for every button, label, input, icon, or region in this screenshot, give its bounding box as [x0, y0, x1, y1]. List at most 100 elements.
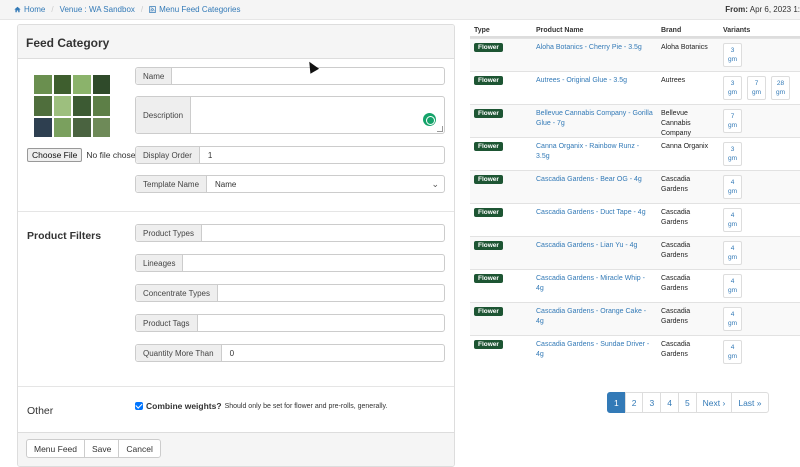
- form-actions: Menu Feed Save Cancel: [26, 439, 161, 458]
- variants-cell: 4 gm: [719, 171, 800, 203]
- table-row: Flower Canna Organix - Rainbow Runz - 3.…: [470, 137, 800, 170]
- variant-qty: 3: [730, 80, 735, 87]
- brand-cell: Cascadia Gardens: [661, 341, 691, 358]
- last-page-button[interactable]: Last »: [731, 392, 769, 413]
- concentrate-types-input[interactable]: [218, 285, 444, 301]
- table-row: Flower Cascadia Gardens - Miracle Whip -…: [470, 269, 800, 302]
- product-name-link[interactable]: Canna Organix - Rainbow Runz - 3.5g: [532, 138, 657, 170]
- breadcrumb-venue[interactable]: Venue : WA Sandbox: [60, 5, 135, 14]
- template-name-label: Template Name: [136, 176, 208, 192]
- product-name-link[interactable]: Cascadia Gardens - Orange Cake - 4g: [532, 303, 657, 335]
- variant-button[interactable]: 4 gm: [723, 175, 742, 199]
- choose-file-button[interactable]: Choose File: [27, 148, 83, 162]
- product-name-link[interactable]: Bellevue Cannabis Company - Gorilla Glue…: [532, 105, 657, 137]
- top-bar: Home / Venue : WA Sandbox / Menu Feed Ca…: [0, 0, 800, 20]
- brand-cell: Cascadia Gardens: [661, 308, 691, 325]
- panel-title: Feed Category: [18, 25, 454, 59]
- variants-cell: 4 gm: [719, 270, 800, 302]
- type-badge: Flower: [474, 175, 503, 184]
- product-name-link[interactable]: Aloha Botanics - Cherry Pie - 3.5g: [532, 39, 657, 71]
- variant-qty: 7: [730, 113, 735, 120]
- other-title: Other: [27, 405, 54, 417]
- product-name-link[interactable]: Cascadia Gardens - Lian Yu - 4g: [532, 237, 657, 269]
- variant-button[interactable]: 4 gm: [723, 274, 742, 298]
- variants-cell: 4 gm: [719, 303, 800, 335]
- type-cell: Flower: [470, 39, 532, 71]
- product-tags-label: Product Tags: [136, 315, 198, 331]
- next-page-button[interactable]: Next ›: [695, 392, 733, 413]
- template-name-select[interactable]: Name ⌄: [207, 176, 444, 192]
- variant-button[interactable]: 4 gm: [723, 241, 742, 265]
- page-3-button[interactable]: 3: [642, 392, 662, 413]
- save-button[interactable]: Save: [84, 439, 120, 458]
- rss-icon: [149, 6, 157, 13]
- type-badge: Flower: [474, 142, 503, 151]
- grammarly-icon[interactable]: [423, 113, 436, 126]
- product-types-field: Product Types: [135, 224, 445, 242]
- cancel-button[interactable]: Cancel: [118, 439, 161, 458]
- type-cell: Flower: [470, 105, 532, 137]
- variants-cell: 4 gm: [719, 204, 800, 236]
- variant-button[interactable]: 3 gm: [723, 76, 742, 100]
- brand-cell: Canna Organix: [661, 143, 709, 150]
- breadcrumb-home[interactable]: Home: [14, 5, 45, 14]
- description-textarea[interactable]: [191, 97, 444, 133]
- product-name-link[interactable]: Cascadia Gardens - Miracle Whip - 4g: [532, 270, 657, 302]
- page-5-button[interactable]: 5: [677, 392, 697, 413]
- name-label: Name: [136, 68, 173, 84]
- combine-weights-checkbox[interactable]: [135, 402, 143, 410]
- variant-unit: gm: [727, 155, 738, 162]
- breadcrumb: Home / Venue : WA Sandbox / Menu Feed Ca…: [14, 5, 241, 14]
- variant-button[interactable]: 4 gm: [723, 340, 742, 364]
- page-1-button[interactable]: 1: [607, 392, 626, 413]
- breadcrumb-separator: /: [140, 5, 144, 14]
- product-table: Type Product Name Brand Variants Flower …: [470, 24, 800, 368]
- brand-cell: Cascadia Gardens: [661, 242, 691, 259]
- chevron-down-icon: ⌄: [431, 179, 439, 189]
- variant-button[interactable]: 28 gm: [771, 76, 790, 100]
- display-order-input[interactable]: 1: [200, 147, 444, 163]
- product-name-link[interactable]: Autrees - Original Glue - 3.5g: [532, 72, 657, 104]
- product-name-link[interactable]: Cascadia Gardens - Sundae Driver - 4g: [532, 336, 657, 368]
- breadcrumb-current-label: Menu Feed Categories: [159, 5, 241, 14]
- type-cell: Flower: [470, 270, 532, 302]
- page-4-button[interactable]: 4: [660, 392, 679, 413]
- variant-qty: 3: [730, 47, 735, 54]
- menu-feed-button[interactable]: Menu Feed: [26, 439, 85, 458]
- section-divider: [18, 211, 454, 212]
- variant-button[interactable]: 3 gm: [723, 142, 742, 166]
- breadcrumb-menu-feed-categories[interactable]: Menu Feed Categories: [149, 5, 241, 14]
- lineages-input[interactable]: [183, 255, 444, 271]
- type-badge: Flower: [474, 274, 503, 283]
- table-row: Flower Cascadia Gardens - Sundae Driver …: [470, 335, 800, 368]
- product-tags-input[interactable]: [198, 315, 444, 331]
- variants-cell: 4 gm: [719, 336, 800, 368]
- variant-button[interactable]: 4 gm: [723, 307, 742, 331]
- name-field: Name: [135, 67, 445, 85]
- quantity-more-than-input[interactable]: 0: [222, 345, 444, 361]
- variant-unit: gm: [727, 188, 738, 195]
- variant-button[interactable]: 4 gm: [723, 208, 742, 232]
- table-row: Flower Cascadia Gardens - Orange Cake - …: [470, 302, 800, 335]
- variant-button[interactable]: 7 gm: [747, 76, 766, 100]
- resize-handle-icon[interactable]: [437, 126, 443, 132]
- file-chooser: Choose File No file chosen: [27, 148, 140, 162]
- brand-cell: Cascadia Gardens: [661, 176, 691, 193]
- variant-button[interactable]: 7 gm: [723, 109, 742, 133]
- template-name-value: Name: [215, 179, 237, 189]
- column-variants: Variants: [723, 27, 751, 34]
- page-2-button[interactable]: 2: [624, 392, 644, 413]
- product-name-link[interactable]: Cascadia Gardens - Bear OG - 4g: [532, 171, 657, 203]
- type-cell: Flower: [470, 72, 532, 104]
- product-types-input[interactable]: [202, 225, 444, 241]
- category-image-preview: [34, 75, 110, 137]
- product-name-link[interactable]: Cascadia Gardens - Duct Tape - 4g: [532, 204, 657, 236]
- date-range-label: From:: [725, 5, 748, 14]
- feed-category-panel: Feed Category Choose File No file chosen…: [17, 24, 455, 467]
- product-types-label: Product Types: [136, 225, 202, 241]
- template-name-field: Template Name Name ⌄: [135, 175, 445, 193]
- combine-weights-label: Combine weights?: [146, 401, 222, 411]
- type-cell: Flower: [470, 303, 532, 335]
- table-body: Flower Aloha Botanics - Cherry Pie - 3.5…: [470, 38, 800, 368]
- variant-button[interactable]: 3 gm: [723, 43, 742, 67]
